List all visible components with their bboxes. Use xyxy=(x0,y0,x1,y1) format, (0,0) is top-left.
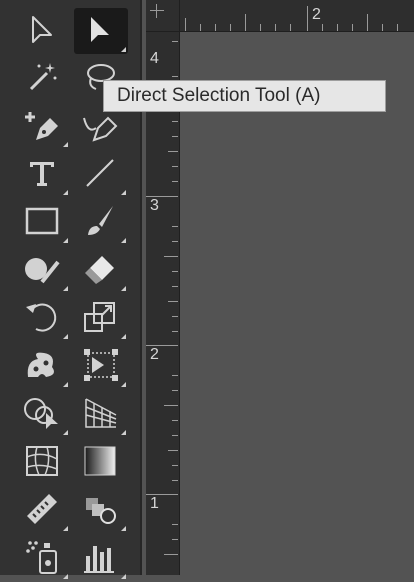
vertical-ruler[interactable]: 4 3 2 1 xyxy=(146,31,180,575)
rectangle-tool[interactable] xyxy=(14,196,70,246)
mesh-icon xyxy=(26,446,58,476)
eraser-tool[interactable] xyxy=(72,244,128,294)
rotate-tool[interactable] xyxy=(14,292,70,342)
ruler-icon xyxy=(27,494,57,524)
pen-add-icon xyxy=(25,112,58,140)
shaper-icon xyxy=(25,258,60,284)
gradient-icon xyxy=(84,446,116,476)
puppet-warp-icon xyxy=(27,352,54,377)
ruler-left-label-2: 2 xyxy=(150,346,159,363)
free-transform-tool[interactable] xyxy=(72,340,128,390)
ruler-left-label-1: 1 xyxy=(150,495,159,512)
magic-wand-tool[interactable] xyxy=(14,52,70,102)
arrow-outline-icon xyxy=(32,16,52,43)
arrow-solid-icon xyxy=(91,17,109,42)
puppet-warp-tool[interactable] xyxy=(14,340,70,390)
perspective-grid-tool[interactable] xyxy=(72,388,128,438)
bar-graph-icon xyxy=(84,546,114,573)
selection-tool[interactable] xyxy=(14,5,70,55)
line-icon xyxy=(86,159,114,187)
type-icon xyxy=(30,162,54,186)
direct-selection-tool[interactable] xyxy=(72,5,128,55)
mesh-tool[interactable] xyxy=(14,436,70,486)
blend-icon xyxy=(86,498,116,524)
ruler-left-label-4: 4 xyxy=(150,50,159,67)
symbol-sprayer-icon xyxy=(26,541,57,574)
scale-tool[interactable] xyxy=(72,292,128,342)
magic-wand-icon xyxy=(29,63,57,91)
measure-tool[interactable] xyxy=(14,484,70,534)
horizontal-ruler[interactable]: 2 xyxy=(146,0,414,32)
free-transform-icon xyxy=(84,349,118,381)
pen-tool[interactable] xyxy=(14,100,70,150)
gradient-tool[interactable] xyxy=(72,436,128,486)
shaper-tool[interactable] xyxy=(14,244,70,294)
shape-builder-tool[interactable] xyxy=(14,388,70,438)
brush-icon xyxy=(88,206,113,235)
curvature-pen-icon xyxy=(83,116,118,142)
rectangle-icon xyxy=(25,207,59,235)
ruler-left-label-3: 3 xyxy=(150,197,159,214)
scale-icon xyxy=(84,302,115,332)
ruler-top-label: 2 xyxy=(312,6,321,23)
ruler-origin-corner[interactable] xyxy=(146,0,180,32)
type-tool[interactable] xyxy=(14,148,70,198)
tool-tooltip: Direct Selection Tool (A) xyxy=(103,80,386,112)
eraser-icon xyxy=(85,256,114,284)
paintbrush-tool[interactable] xyxy=(72,196,128,246)
rotate-icon xyxy=(26,303,57,332)
shape-builder-icon xyxy=(24,398,58,429)
line-segment-tool[interactable] xyxy=(72,148,128,198)
blend-tool[interactable] xyxy=(72,484,128,534)
artboard-canvas[interactable] xyxy=(180,32,414,575)
perspective-grid-icon xyxy=(85,398,117,428)
